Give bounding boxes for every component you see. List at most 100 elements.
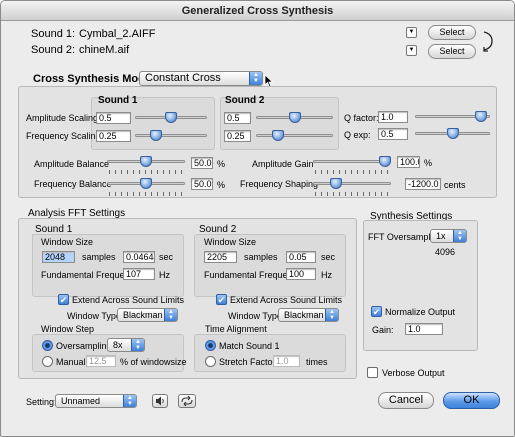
s1-extend-label: Extend Across Sound Limits xyxy=(72,295,185,305)
q-factor-slider[interactable] xyxy=(474,111,487,122)
setting-value: Unnamed xyxy=(61,396,101,406)
manual-step-field[interactable]: 12.5 xyxy=(86,355,116,367)
manual-step-unit: % of windowsize xyxy=(120,357,187,367)
sound1-menu-button[interactable]: ▼ xyxy=(406,27,417,38)
popup-arrows-icon: ▲ ▼ xyxy=(325,309,338,321)
speaker-icon xyxy=(156,396,164,406)
q-exp-label: Q exp: xyxy=(344,130,371,140)
amp-balance-ticks xyxy=(109,170,183,174)
sound1-filename: Cymbal_2.AIFF xyxy=(79,28,156,40)
s1-window-type-label: Window Type xyxy=(67,311,121,321)
s2-extend-label: Extend Across Sound Limits xyxy=(230,295,343,305)
sound1-select-button[interactable]: Select xyxy=(428,25,476,40)
mode-label: Cross Synthesis Mode: xyxy=(33,73,155,85)
sound2-label: Sound 2: xyxy=(31,44,76,56)
s2-window-size-label: Window Size xyxy=(204,237,257,247)
cross-sound1-heading: Sound 1 xyxy=(98,95,138,106)
cancel-button[interactable]: Cancel xyxy=(378,392,434,409)
verbose-output-checkbox[interactable] xyxy=(367,367,378,378)
cross-sound2-heading: Sound 2 xyxy=(225,95,265,106)
amp-scaling-1-field[interactable]: 0.5 xyxy=(96,112,131,124)
loop-icon xyxy=(181,395,193,407)
s2-window-type-label: Window Type xyxy=(228,311,282,321)
q-factor-label: Q factor: xyxy=(344,113,379,123)
amp-scaling-label: Amplitude Scaling xyxy=(26,113,99,123)
popup-arrows-icon: ▲ ▼ xyxy=(131,339,144,351)
freq-balance-label: Frequency Balance xyxy=(34,179,112,189)
cross-synthesis-window: Generalized Cross Synthesis Sound 1: Cym… xyxy=(0,0,515,437)
setting-popup[interactable]: Unnamed ▲ ▼ xyxy=(55,394,137,408)
s2-extend-checkbox[interactable]: ✔ xyxy=(216,294,227,305)
s2-hz-unit: Hz xyxy=(321,270,332,280)
sound2-select-button[interactable]: Select xyxy=(428,44,476,59)
play-sound-button[interactable] xyxy=(152,394,168,408)
amp-gain-label: Amplitude Gain xyxy=(252,159,314,169)
popup-arrows-icon: ▲ ▼ xyxy=(164,309,177,321)
freq-balance-field[interactable]: 50.0 xyxy=(191,178,213,190)
oversampling-radio[interactable] xyxy=(42,340,53,351)
freq-shaping-label: Frequency Shaping xyxy=(240,179,319,189)
oversampling-label: Oversampling xyxy=(56,341,112,351)
amp-scaling-2-slider[interactable] xyxy=(288,112,301,123)
amp-balance-field[interactable]: 50.0 xyxy=(191,157,213,169)
freq-shaping-track xyxy=(313,182,391,185)
loop-button[interactable] xyxy=(178,394,196,408)
s2-sec-unit: sec xyxy=(321,252,336,262)
gain-field[interactable]: 1.0 xyxy=(405,323,443,335)
fft-oversampling-value: 1x xyxy=(436,231,446,241)
s1-sec-unit: sec xyxy=(159,252,174,262)
s1-extend-checkbox[interactable]: ✔ xyxy=(58,294,69,305)
window-title: Generalized Cross Synthesis xyxy=(1,1,514,21)
normalize-output-label: Normalize Output xyxy=(385,307,456,317)
stretch-factor-radio[interactable] xyxy=(205,356,216,367)
s1-window-type-popup[interactable]: Blackman ▲ ▼ xyxy=(117,308,178,322)
stretch-times-unit: times xyxy=(306,357,328,367)
amp-balance-label: Amplitude Balance xyxy=(34,159,110,169)
s1-seconds-field[interactable]: 0.04644 xyxy=(123,251,155,263)
triangle-down-icon: ▼ xyxy=(408,47,415,53)
s1-samples-field[interactable]: 2048 xyxy=(42,251,75,263)
freq-shaping-unit: cents xyxy=(444,180,466,190)
s2-window-type-value: Blackman xyxy=(284,310,324,320)
s1-window-size-label: Window Size xyxy=(41,237,94,247)
s2-samples-field[interactable]: 2205 xyxy=(204,251,237,263)
sound1-label: Sound 1: xyxy=(31,28,76,40)
s2-window-type-popup[interactable]: Blackman ▲ ▼ xyxy=(278,308,339,322)
fft-size-value: 4096 xyxy=(435,247,456,257)
ok-button[interactable]: OK xyxy=(443,392,500,409)
swap-sounds-icon[interactable] xyxy=(481,30,495,52)
manual-radio[interactable] xyxy=(42,356,53,367)
freq-balance-ticks xyxy=(109,192,183,196)
normalize-output-checkbox[interactable]: ✔ xyxy=(371,306,382,317)
match-sound1-radio[interactable] xyxy=(205,340,216,351)
sound2-menu-button[interactable]: ▼ xyxy=(406,45,417,56)
amp-scaling-2-field[interactable]: 0.5 xyxy=(224,112,251,124)
q-exp-field[interactable]: 0.5 xyxy=(378,128,408,140)
mode-value: Constant Cross xyxy=(145,72,221,84)
amp-gain-ticks xyxy=(315,170,389,174)
s2-fund-field[interactable]: 100 xyxy=(286,268,316,280)
freq-scaling-2-field[interactable]: 0.25 xyxy=(224,130,251,142)
s2-seconds-field[interactable]: 0.05 xyxy=(286,251,316,263)
popup-arrows-icon: ▲ ▼ xyxy=(249,72,262,85)
stretch-factor-field[interactable]: 1.0 xyxy=(273,355,300,367)
sound2-filename: chineM.aif xyxy=(79,44,130,56)
oversampling-popup[interactable]: 8x ▲ ▼ xyxy=(107,338,145,352)
amp-balance-unit: % xyxy=(217,159,226,169)
s1-hz-unit: Hz xyxy=(159,270,170,280)
freq-shaping-field[interactable]: -1200.0 xyxy=(405,178,441,190)
manual-label: Manual xyxy=(56,357,86,367)
s1-window-type-value: Blackman xyxy=(123,310,163,320)
freq-scaling-1-field[interactable]: 0.25 xyxy=(96,130,131,142)
fft-oversampling-popup[interactable]: 1x ▲ ▼ xyxy=(430,229,467,243)
s1-samples-unit: samples xyxy=(82,252,116,262)
freq-scaling-label: Frequency Scaling xyxy=(26,131,101,141)
checkmark-icon: ✔ xyxy=(59,295,68,305)
q-exp-slider[interactable] xyxy=(446,128,459,139)
stretch-factor-label: Stretch Factor xyxy=(219,357,276,367)
q-factor-field[interactable]: 1.0 xyxy=(378,111,408,123)
s1-fund-field[interactable]: 107 xyxy=(123,268,155,280)
amp-gain-field[interactable]: 100.0 xyxy=(397,156,420,168)
freq-shaping-slider[interactable] xyxy=(329,178,342,189)
mode-popup[interactable]: Constant Cross ▲ ▼ xyxy=(139,71,263,86)
